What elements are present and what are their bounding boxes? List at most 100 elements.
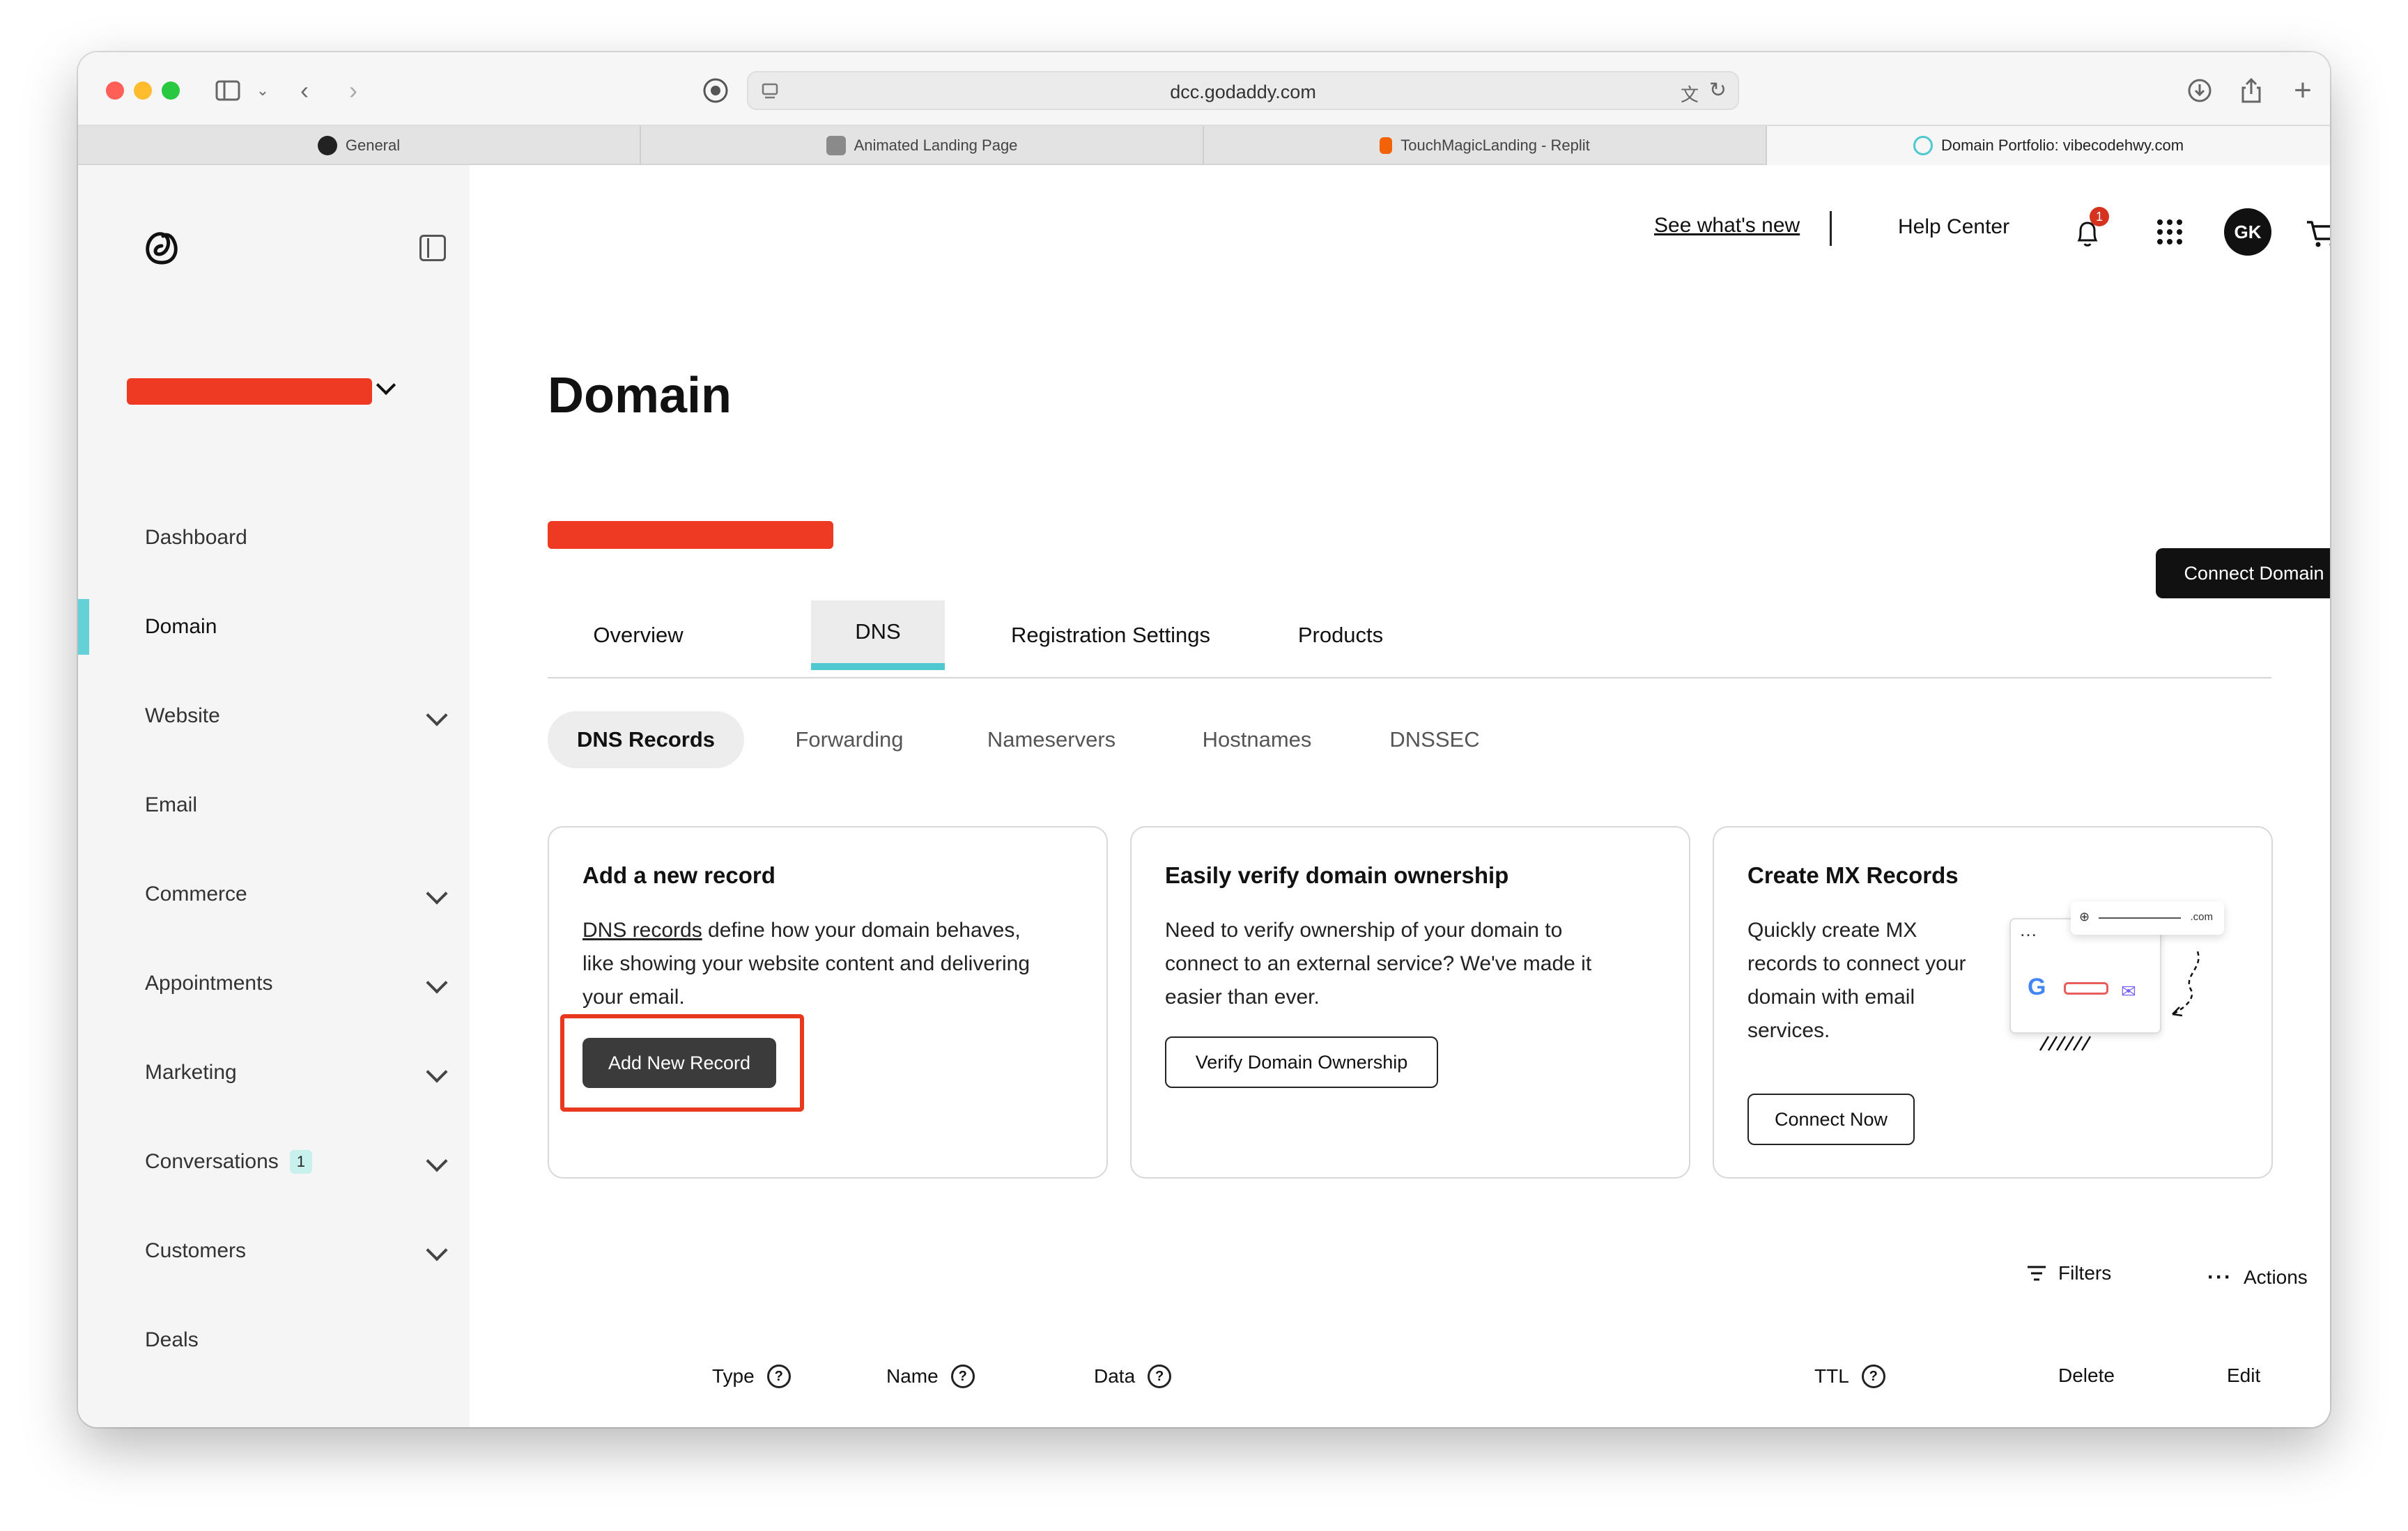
filters-button[interactable]: Filters (2026, 1262, 2111, 1284)
filter-icon (2028, 1266, 2046, 1281)
sidebar-item-marketing[interactable]: Marketing (78, 1045, 470, 1101)
tab-label: General (345, 137, 401, 154)
sidebar-item-appointments[interactable]: Appointments (78, 956, 470, 1011)
chevron-down-icon (426, 972, 448, 994)
main-content: See what's new Help Center 1 GK Domain C… (470, 165, 2330, 1427)
apps-grid-icon[interactable] (2156, 218, 2184, 249)
proton-icon: ✉ (2121, 981, 2136, 1002)
sidebar-item-domain[interactable]: Domain (78, 599, 470, 655)
connect-domain-button[interactable]: Connect Domain (2156, 548, 2330, 598)
help-icon[interactable]: ? (1861, 1365, 1885, 1388)
card-body-text: Quickly create MX (1747, 919, 1917, 942)
card-body-text: services. (1747, 1019, 1830, 1042)
reload-icon[interactable]: ↻ (1709, 78, 1727, 102)
download-icon[interactable] (2182, 73, 2217, 108)
subtab-dns-records[interactable]: DNS Records (548, 711, 744, 768)
browser-tab-animated-landing[interactable]: Animated Landing Page (641, 126, 1204, 165)
help-icon[interactable]: ? (950, 1365, 975, 1388)
subtab-dnssec[interactable]: DNSSEC (1354, 711, 1515, 768)
column-header-edit: Edit (2227, 1365, 2260, 1387)
browser-toolbar: ⌄ ‹ › dcc.godaddy.com 文 ↻ + (78, 52, 2330, 126)
google-icon: G (2028, 974, 2046, 1000)
cart-icon[interactable] (2306, 219, 2330, 252)
sidebar-toggle-icon[interactable] (210, 73, 245, 108)
card-body-text: like showing your website content and de… (582, 952, 1031, 975)
dns-records-link[interactable]: DNS records (582, 919, 702, 942)
sidebar-item-label: Customers (145, 1239, 247, 1262)
column-header-ttl[interactable]: TTL? (1814, 1365, 1885, 1388)
tabs-divider (548, 677, 2271, 678)
domain-bar-illustration: ⊕ .com (2071, 901, 2224, 935)
sidebar-item-email[interactable]: Email (78, 777, 470, 833)
more-dots-icon: … (2019, 919, 2037, 940)
sidebar-item-label: Email (145, 793, 198, 816)
annotation-highlight (560, 1014, 804, 1112)
column-header-name[interactable]: Name? (886, 1365, 975, 1388)
actions-button[interactable]: ··· Actions (2207, 1266, 2308, 1289)
sidebar-item-customers[interactable]: Customers (78, 1223, 470, 1279)
sidebar-item-label: Dashboard (145, 526, 247, 549)
address-bar[interactable]: dcc.godaddy.com 文 ↻ (747, 71, 1739, 110)
help-center-link[interactable]: Help Center (1898, 215, 2009, 239)
chevron-down-icon (426, 1150, 448, 1172)
replit-icon (1380, 137, 1393, 154)
email-providers-illustration: … G ✉ (2009, 918, 2161, 1034)
unread-count-badge: 1 (289, 1150, 313, 1174)
back-icon[interactable]: ‹ (287, 73, 322, 108)
subtab-forwarding[interactable]: Forwarding (762, 711, 936, 768)
zoom-window-button[interactable] (162, 81, 180, 100)
verify-ownership-card: Easily verify domain ownership Need to v… (1130, 826, 1690, 1179)
translate-icon[interactable]: 文 (1681, 81, 1699, 107)
url-text: dcc.godaddy.com (1170, 81, 1316, 102)
subtab-nameservers[interactable]: Nameservers (950, 711, 1152, 768)
close-window-button[interactable] (106, 81, 124, 100)
help-icon[interactable]: ? (1148, 1365, 1172, 1388)
extension-icon[interactable] (698, 73, 733, 108)
card-body-text: define how your domain behaves, (702, 919, 1021, 942)
card-title: Create MX Records (1747, 862, 1959, 888)
chevron-down-icon (426, 883, 448, 905)
browser-tab-domain-portfolio[interactable]: Domain Portfolio: vibecodehwy.com (1767, 126, 2330, 165)
browser-tab-strip: General Animated Landing Page TouchMagic… (78, 126, 2330, 165)
minimize-window-button[interactable] (134, 81, 152, 100)
account-dropdown-chevron-icon[interactable] (376, 375, 396, 396)
more-horizontal-icon: ··· (2207, 1266, 2232, 1289)
card-body-text: easier than ever. (1165, 986, 1320, 1009)
tab-products[interactable]: Products (1250, 600, 1431, 670)
new-tab-icon[interactable]: + (2285, 73, 2320, 108)
subtab-hostnames[interactable]: Hostnames (1166, 711, 1348, 768)
redacted-account-name (127, 378, 372, 405)
tab-dns[interactable]: DNS (811, 600, 945, 670)
zoho-icon (2064, 982, 2108, 995)
sidebar-item-commerce[interactable]: Commerce (78, 866, 470, 922)
tab-registration-settings[interactable]: Registration Settings (985, 600, 1236, 670)
browser-tab-replit[interactable]: TouchMagicLanding - Replit (1204, 126, 1767, 165)
sidebar-item-dashboard[interactable]: Dashboard (78, 510, 470, 566)
sidebar-item-label: Deals (145, 1328, 199, 1351)
column-label: Delete (2058, 1365, 2115, 1386)
mx-records-card: Create MX Records Quickly create MX reco… (1713, 826, 2273, 1179)
help-icon[interactable]: ? (766, 1365, 791, 1388)
forward-icon[interactable]: › (336, 73, 371, 108)
godaddy-logo-icon[interactable] (141, 226, 183, 268)
collapse-sidebar-icon[interactable] (419, 235, 446, 261)
avatar[interactable]: GK (2224, 208, 2271, 256)
card-body-text: your email. (582, 986, 685, 1009)
sidebar-item-label: Conversations (145, 1150, 279, 1173)
share-icon[interactable] (2234, 73, 2269, 108)
column-header-delete: Delete (2058, 1365, 2115, 1387)
column-label: TTL (1814, 1365, 1849, 1387)
connect-now-button[interactable]: Connect Now (1747, 1094, 1915, 1145)
column-label: Type (712, 1365, 755, 1387)
sidebar-item-deals[interactable]: Deals (78, 1312, 470, 1368)
verify-domain-ownership-button[interactable]: Verify Domain Ownership (1165, 1036, 1438, 1088)
column-header-type[interactable]: Type? (712, 1365, 791, 1388)
browser-tab-general[interactable]: General (78, 126, 641, 165)
column-header-data[interactable]: Data? (1094, 1365, 1172, 1388)
tab-overview[interactable]: Overview (548, 600, 729, 670)
sidebar-item-website[interactable]: Website (78, 688, 470, 744)
tab-label: Domain Portfolio: vibecodehwy.com (1940, 137, 2184, 154)
sidebar-item-conversations[interactable]: Conversations 1 (78, 1134, 470, 1190)
chevron-down-icon[interactable]: ⌄ (245, 73, 280, 108)
whats-new-link[interactable]: See what's new (1654, 214, 1800, 238)
